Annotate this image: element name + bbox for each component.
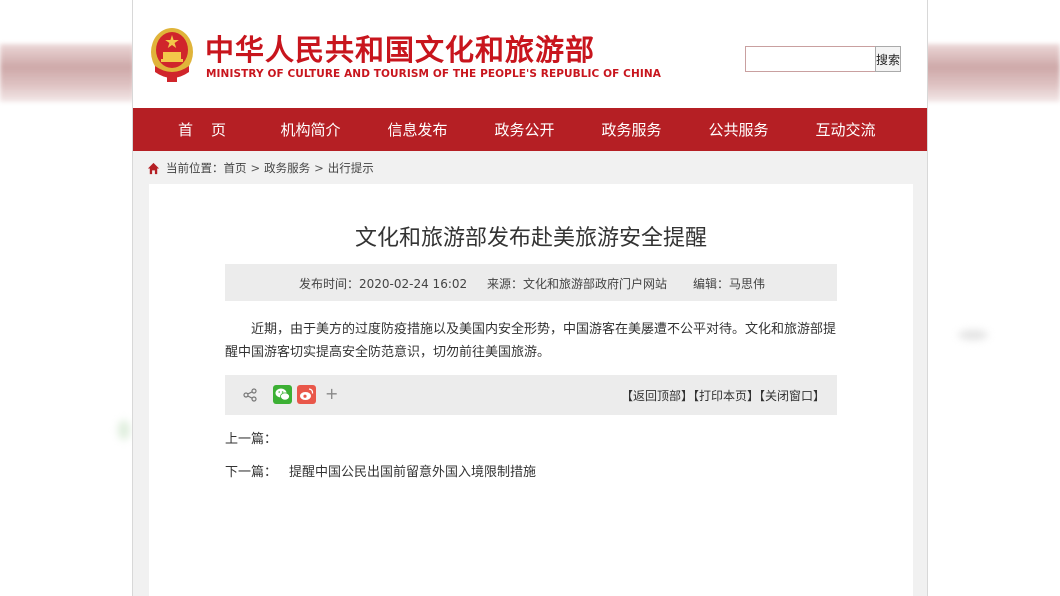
breadcrumb-separator: > [250,161,261,175]
nav-item-about[interactable]: 机构简介 [257,119,364,140]
next-article-label: 下一篇： [225,465,278,480]
breadcrumb-prefix: 当前位置： [166,161,224,175]
share-links: 【返回顶部】【打印本页】【关闭窗口】 [621,387,825,404]
main-nav: 首页 机构简介 信息发布 政务公开 政务服务 公共服务 互动交流 [133,108,927,151]
article-meta: 发布时间：2020-02-24 16:02 来源：文化和旅游部政府门户网站 编辑… [225,264,837,301]
print-page-link[interactable]: 【打印本页】 [693,389,759,403]
browser-page: 中华人民共和国文化和旅游部 MINISTRY OF CULTURE AND TO… [132,0,928,596]
breadcrumb-separator: > [314,161,324,175]
breadcrumb: 当前位置： 首页 > 政务服务 > 出行提示 [147,159,374,177]
nav-item-gov-affairs[interactable]: 政务公开 [471,119,578,140]
article-title: 文化和旅游部发布赴美旅游安全提醒 [354,226,707,251]
article-card: 文化和旅游部发布赴美旅游安全提醒 发布时间：2020-02-24 16:02 来… [149,184,913,596]
wechat-icon[interactable] [273,385,292,404]
blurred-side-band-right [924,44,1060,102]
prev-article: 上一篇： [225,428,277,447]
prev-article-label: 上一篇： [225,432,278,447]
back-to-top-link[interactable]: 【返回顶部】 [621,389,693,403]
site-title-en: MINISTRY OF CULTURE AND TOURISM OF THE P… [206,68,661,80]
nav-item-interaction[interactable]: 互动交流 [792,119,899,140]
nav-item-gov-services[interactable]: 政务服务 [578,119,685,140]
next-article: 下一篇： 提醒中国公民出国前留意外国入境限制措施 [225,461,536,480]
site-header: 中华人民共和国文化和旅游部 MINISTRY OF CULTURE AND TO… [133,0,927,108]
site-title-cn[interactable]: 中华人民共和国文化和旅游部 [205,27,595,69]
plus-icon[interactable]: + [325,384,338,403]
home-icon [147,162,160,174]
article-body: 近期，由于美方的过度防疫措施以及美国内安全形势，中国游客在美屡遭不公平对待。文化… [225,322,837,360]
breadcrumb-item-gov-services[interactable]: 政务服务 [264,160,310,176]
next-article-link[interactable]: 提醒中国公民出国前留意外国入境限制措施 [289,465,536,480]
breadcrumb-item-travel-tips[interactable]: 出行提示 [328,160,374,176]
breadcrumb-item-home[interactable]: 首页 [224,160,247,176]
blurred-side-shape [118,420,130,440]
publish-date: 发布时间：2020-02-24 16:02 [299,277,468,291]
nav-item-public-services[interactable]: 公共服务 [685,119,792,140]
search-button[interactable]: 搜索 [875,46,901,72]
national-emblem-icon [151,28,193,82]
nav-item-news[interactable]: 信息发布 [364,119,471,140]
nav-item-home[interactable]: 首页 [147,119,257,140]
blurred-side-band-left [0,44,134,102]
search-input[interactable] [745,46,881,72]
article-editor: 编辑：马思伟 [693,277,766,291]
blurred-side-shape [958,330,988,340]
article-source: 来源：文化和旅游部政府门户网站 [487,277,668,291]
share-icon[interactable] [243,388,257,402]
weibo-icon[interactable] [297,385,316,404]
share-bar: + 【返回顶部】【打印本页】【关闭窗口】 [225,375,837,415]
close-window-link[interactable]: 【关闭窗口】 [759,389,825,403]
